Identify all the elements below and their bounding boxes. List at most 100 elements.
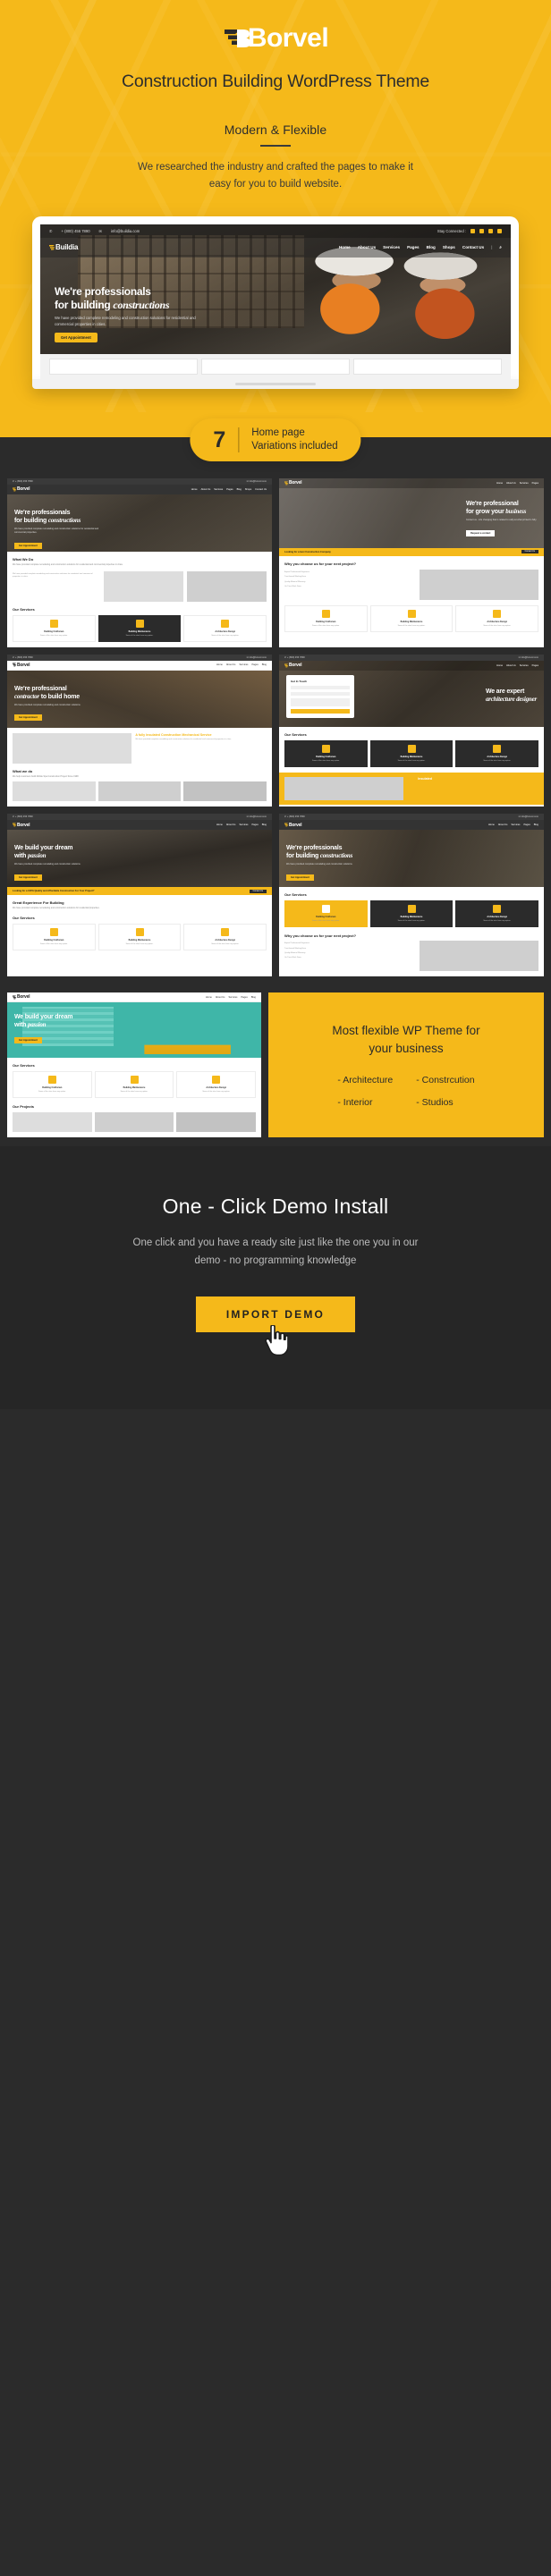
mini-service-card[interactable]: Building Craftsman Some of the sites have… <box>13 923 96 950</box>
mini-headline-2: for building <box>286 853 320 860</box>
mini-menu-item[interactable]: Blog <box>251 996 256 999</box>
mini-menu-item[interactable]: Blog <box>262 823 267 826</box>
mini-menu-item[interactable]: Contact Us <box>255 488 267 491</box>
mini-menu-item[interactable]: About Us <box>226 823 236 826</box>
mini-band-button[interactable]: Contact Us <box>249 889 267 893</box>
google-plus-icon[interactable] <box>488 228 493 233</box>
promo-page: Borvel Construction Building WordPress T… <box>0 0 551 1410</box>
mini-menu-item[interactable]: Pages <box>251 823 258 826</box>
mini-service-card[interactable]: Architecture Design Some of the sites hav… <box>183 614 267 642</box>
variation-card-home-2[interactable]: Borvel Home About Us Services Pages We'r… <box>279 477 544 647</box>
preview-site-screenshot: ✆ + (800) 456 7890 ✉ info@buildia.com St… <box>40 224 511 354</box>
preview-menu-item-blog[interactable]: Blog <box>427 245 436 249</box>
flexible-theme-panel: Most flexible WP Theme for your business… <box>268 992 544 1138</box>
preview-phone: + (800) 456 7890 <box>61 228 90 233</box>
mini-menu-item[interactable]: Services <box>239 823 248 826</box>
mini-feature-desc: We have provided complete remodeling and… <box>135 739 232 741</box>
mini-cta-button[interactable]: Get Appointment <box>14 714 42 722</box>
mini-band-button[interactable]: Contact Us <box>521 550 538 554</box>
facebook-icon[interactable] <box>470 228 475 233</box>
preview-menu-item-home[interactable]: Home <box>339 245 351 249</box>
hero-description: We researched the industry and crafted t… <box>138 162 413 190</box>
mini-menu-item[interactable]: Services <box>214 488 223 491</box>
preview-menu-item-services[interactable]: Services <box>383 245 400 249</box>
mini-service-card[interactable]: Building Maintenance Some of the sites ha… <box>94 1071 174 1099</box>
mini-service-card[interactable]: Architecture Design Some of the sites hav… <box>183 923 267 950</box>
mini-cta-button[interactable]: Get Appointment <box>14 542 42 549</box>
mini-menu-item[interactable]: Services <box>239 663 248 666</box>
search-icon[interactable]: ⌕ <box>499 245 502 249</box>
variation-card-home-4[interactable]: ✆ + (800) 456 7890 ✉ info@borvel.com Borv… <box>279 654 544 807</box>
mini-menu-item[interactable]: Home <box>216 823 223 826</box>
mini-menu-item[interactable]: Home <box>496 482 503 485</box>
twitter-icon[interactable] <box>479 228 484 233</box>
preview-menu-item-about[interactable]: About Us <box>358 245 376 249</box>
mini-service-card[interactable]: Architecture Design Some of the sites hav… <box>455 900 539 928</box>
mini-menu-item[interactable]: About Us <box>506 482 516 485</box>
mini-menu-item[interactable]: Home <box>191 488 198 491</box>
mini-menu-item[interactable]: Pages <box>523 823 530 826</box>
mini-form-field[interactable] <box>291 697 350 706</box>
mini-service-card[interactable]: Building Maintenance Some of the sites ha… <box>97 923 182 950</box>
linkedin-icon[interactable] <box>497 228 502 233</box>
mini-service-card[interactable]: Architecture Design Some of the sites hav… <box>455 739 539 767</box>
variation-card-home-1[interactable]: ✆ + (800) 456 7890 ✉ info@borvel.com Borv… <box>7 477 272 647</box>
mini-menu-item[interactable]: Home <box>496 664 503 667</box>
mini-service-card[interactable]: Building Craftsman Some of the sites have… <box>284 900 368 928</box>
mini-menu-item[interactable]: Home <box>206 996 212 999</box>
mini-menu-item[interactable]: Services <box>520 482 529 485</box>
mini-menu-item[interactable]: About Us <box>201 488 211 491</box>
mini-service-card[interactable]: Building Craftsman Some of the sites have… <box>13 1071 92 1099</box>
import-demo-button[interactable]: IMPORT DEMO <box>195 1296 356 1333</box>
preview-menu-item-contact[interactable]: Contact Us <box>462 245 484 249</box>
mini-service-card[interactable]: Building Maintenance Some of the sites ha… <box>369 900 454 928</box>
mini-hero-illustration: We build your dream with passion Get Appo… <box>7 1002 261 1059</box>
preview-connect-label: Stay Connected : <box>437 228 466 233</box>
mini-menu-item[interactable]: Blog <box>534 823 538 826</box>
preview-appointment-button[interactable]: Get Appointment <box>55 332 97 342</box>
mini-menu-item[interactable]: Services <box>228 996 237 999</box>
mini-service-card[interactable]: Building Maintenance Some of the sites ha… <box>97 614 182 642</box>
mini-menu-item[interactable]: Pages <box>532 482 538 485</box>
mini-menu-item[interactable]: About Us <box>498 823 508 826</box>
variation-card-home-5[interactable]: ✆ + (800) 456 7890 ✉ info@borvel.com Borv… <box>7 814 272 977</box>
mini-menu-item[interactable]: About Us <box>506 664 516 667</box>
mini-form-field[interactable] <box>291 685 350 689</box>
mini-menu-item[interactable]: Blog <box>262 663 267 666</box>
mini-projects-title: Our Projects <box>13 1104 35 1110</box>
mini-form-field[interactable] <box>291 691 350 696</box>
mini-menu-item[interactable]: Pages <box>241 996 247 999</box>
mini-cta-button[interactable]: Request a contact <box>465 529 496 536</box>
mini-logo-text: Borvel <box>289 822 302 828</box>
mini-service-card[interactable]: Building Craftsman Some of the sites have… <box>284 604 368 632</box>
mini-menu-item[interactable]: About Us <box>216 996 225 999</box>
mini-service-card[interactable]: Building Maintenance Some of the sites ha… <box>369 604 454 632</box>
mini-menu-item[interactable]: Pages <box>532 664 538 667</box>
mini-menu-item[interactable]: Home <box>216 663 223 666</box>
mini-cta-button[interactable]: Get Appointment <box>14 874 42 882</box>
variation-card-home-6[interactable]: ✆ + (800) 456 7890 ✉ info@borvel.com Borv… <box>279 814 544 977</box>
mini-cta-button[interactable]: Get Appointment <box>14 1037 42 1044</box>
variation-card-home-7[interactable]: Borvel Home About Us Services Pages Blog… <box>7 992 261 1138</box>
mini-menu-item[interactable]: About Us <box>226 663 236 666</box>
mini-service-card[interactable]: Building Craftsman Some of the sites have… <box>284 739 368 767</box>
mini-form-submit[interactable] <box>291 708 350 714</box>
mini-menu-item[interactable]: Home <box>488 823 495 826</box>
mini-service-card[interactable]: Building Maintenance Some of the sites ha… <box>369 739 454 767</box>
mini-menu-item[interactable]: Shops <box>245 488 251 491</box>
mini-service-card[interactable]: Building Craftsman Some of the sites have… <box>13 614 96 642</box>
mini-menu-item[interactable]: Pages <box>251 663 258 666</box>
mini-menu-item[interactable]: Services <box>511 823 520 826</box>
variation-card-home-3[interactable]: ✆ + (800) 456 7890 ✉ info@borvel.com Borv… <box>7 654 272 807</box>
mini-menu-item[interactable]: Blog <box>237 488 242 491</box>
mini-body: What We Do We have provided complete rem… <box>7 551 272 647</box>
preview-menu-item-pages[interactable]: Pages <box>407 245 420 249</box>
preview-site-logo[interactable]: Buildia <box>49 243 78 251</box>
mini-menu-item[interactable]: Pages <box>226 488 233 491</box>
mini-menu-item[interactable]: Services <box>520 664 529 667</box>
preview-menu-item-shops[interactable]: Shops <box>443 245 455 249</box>
mini-contact-form[interactable]: Get In Touch <box>286 674 354 718</box>
mini-cta-button[interactable]: Get Appointment <box>286 874 314 882</box>
mini-service-card[interactable]: Architecture Design Some of the sites hav… <box>455 604 539 632</box>
mini-service-card[interactable]: Architecture Design Some of the sites hav… <box>176 1071 257 1099</box>
